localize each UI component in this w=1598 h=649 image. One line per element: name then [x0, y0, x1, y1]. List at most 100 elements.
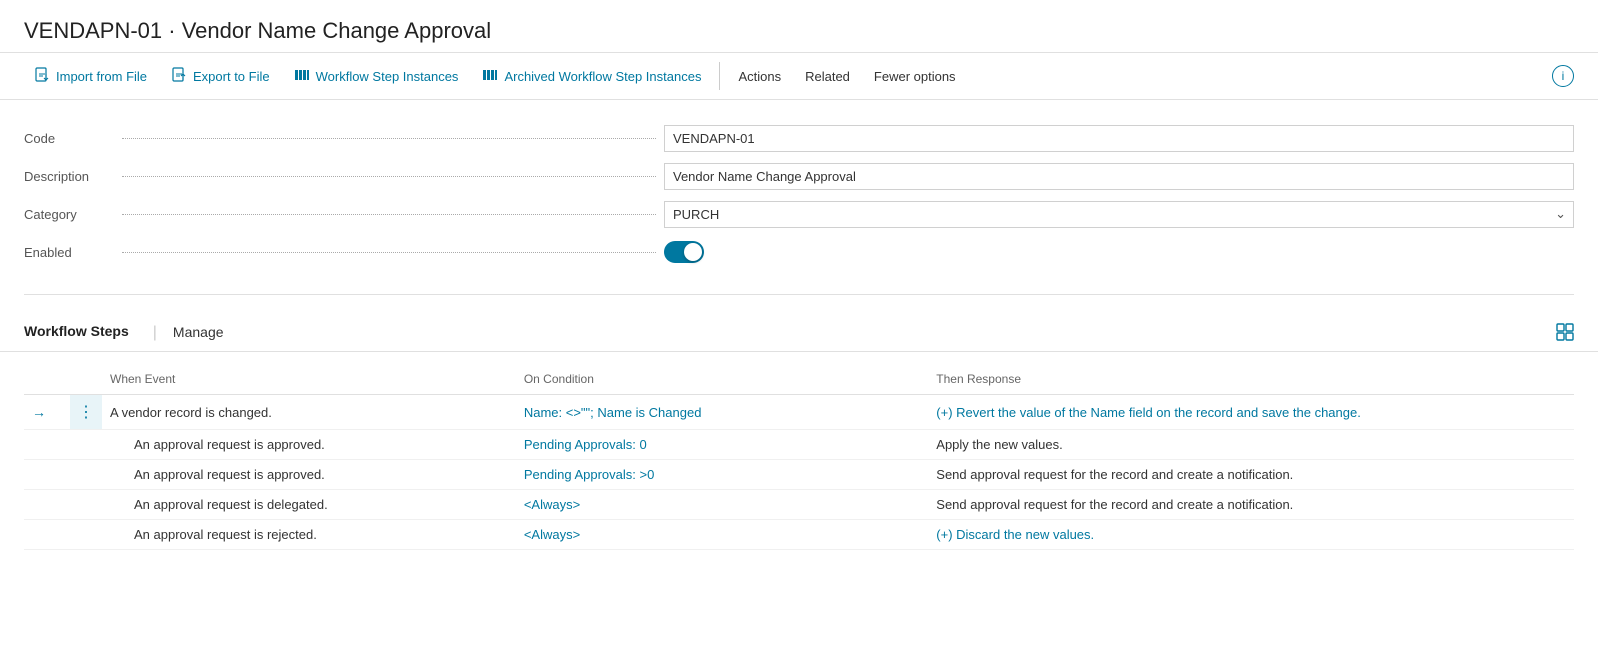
tab-separator: |	[145, 324, 165, 342]
export-label: Export to File	[193, 69, 270, 84]
table-row: An approval request is approved. Pending …	[24, 460, 1574, 490]
enabled-toggle-wrapper	[664, 241, 1574, 263]
archived-icon	[482, 67, 498, 86]
table-row: → ⋮ A vendor record is changed. Name: <>"";…	[24, 395, 1574, 430]
enabled-toggle[interactable]	[664, 241, 704, 263]
archived-label: Archived Workflow Step Instances	[504, 69, 701, 84]
row-indent-cell	[54, 460, 70, 490]
workflow-steps-tab[interactable]: Workflow Steps	[24, 315, 145, 351]
row-condition-cell[interactable]: Pending Approvals: 0	[516, 430, 928, 460]
row-condition-cell[interactable]: Name: <>""; Name is Changed	[516, 395, 928, 430]
enabled-field	[664, 241, 1574, 263]
workflow-step-instances-label: Workflow Step Instances	[316, 69, 459, 84]
row-indent-cell	[54, 395, 70, 430]
condition-link[interactable]: <Always>	[524, 527, 580, 542]
table-row: An approval request is delegated. <Always…	[24, 490, 1574, 520]
row-response-cell[interactable]: (+) Discard the new values.	[928, 520, 1574, 550]
code-field	[664, 125, 1574, 152]
row-arrow-cell	[24, 460, 54, 490]
description-input[interactable]	[664, 163, 1574, 190]
workflow-steps-icon	[294, 67, 310, 86]
table-row: An approval request is rejected. <Always>…	[24, 520, 1574, 550]
col-condition-header: On Condition	[516, 368, 928, 395]
row-condition-cell[interactable]: Pending Approvals: >0	[516, 460, 928, 490]
dotted-line-3	[122, 214, 656, 215]
related-label: Related	[805, 69, 850, 84]
row-arrow-cell	[24, 490, 54, 520]
row-event-cell: An approval request is rejected.	[102, 520, 516, 550]
enabled-row: Enabled	[24, 234, 1574, 270]
row-indent-cell	[54, 520, 70, 550]
actions-button[interactable]: Actions	[728, 61, 791, 92]
drag-handle-icon[interactable]: ⋮	[78, 404, 94, 421]
info-button[interactable]: i	[1552, 65, 1574, 87]
toggle-knob	[684, 243, 702, 261]
row-condition-cell[interactable]: <Always>	[516, 520, 928, 550]
dotted-line-4	[122, 252, 656, 253]
manage-tab[interactable]: Manage	[165, 316, 240, 350]
description-field	[664, 163, 1574, 190]
row-event-cell: A vendor record is changed.	[102, 395, 516, 430]
page-header: VENDAPN-01 · Vendor Name Change Approval	[0, 0, 1598, 52]
description-row: Description	[24, 158, 1574, 194]
condition-link[interactable]: <Always>	[524, 497, 580, 512]
row-condition-cell[interactable]: <Always>	[516, 490, 928, 520]
row-drag-handle-cell[interactable]: ⋮	[70, 395, 102, 430]
row-event-cell: An approval request is delegated.	[102, 490, 516, 520]
description-label-container: Description	[24, 169, 664, 184]
row-response-cell: Send approval request for the record and…	[928, 460, 1574, 490]
row-indent-cell	[54, 430, 70, 460]
form-section: Code Description Category PURCH ⌄	[0, 100, 1598, 282]
condition-link[interactable]: Pending Approvals: >0	[524, 467, 654, 482]
import-from-file-button[interactable]: Import from File	[24, 59, 157, 94]
row-arrow-cell	[24, 520, 54, 550]
col-indent-header	[54, 368, 70, 395]
enabled-label-container: Enabled	[24, 245, 664, 260]
row-drag-handle-cell[interactable]	[70, 520, 102, 550]
code-row: Code	[24, 120, 1574, 156]
col-event-header: When Event	[102, 368, 516, 395]
category-select-wrapper: PURCH ⌄	[664, 201, 1574, 228]
response-link[interactable]: (+) Revert the value of the Name field o…	[936, 405, 1361, 420]
condition-link[interactable]: Pending Approvals: 0	[524, 437, 647, 452]
actions-label: Actions	[738, 69, 781, 84]
row-drag-handle-cell[interactable]	[70, 430, 102, 460]
code-input[interactable]	[664, 125, 1574, 152]
workflow-table: When Event On Condition Then Response → ⋮…	[24, 368, 1574, 550]
row-indent-cell	[54, 490, 70, 520]
category-field: PURCH ⌄	[664, 201, 1574, 228]
row-arrow-icon: →	[32, 404, 46, 420]
section-divider	[24, 294, 1574, 295]
export-to-file-button[interactable]: Export to File	[161, 59, 280, 94]
row-response-cell: Apply the new values.	[928, 430, 1574, 460]
table-header-row: When Event On Condition Then Response	[24, 368, 1574, 395]
col-drag-header	[70, 368, 102, 395]
row-arrow-cell	[24, 430, 54, 460]
row-response-cell[interactable]: (+) Revert the value of the Name field o…	[928, 395, 1574, 430]
row-drag-handle-cell[interactable]	[70, 490, 102, 520]
row-drag-handle-cell[interactable]	[70, 460, 102, 490]
page-title: VENDAPN-01 · Vendor Name Change Approval	[24, 18, 1574, 44]
workflow-steps-header: Workflow Steps | Manage	[0, 307, 1598, 352]
category-label: Category	[24, 207, 114, 222]
archived-workflow-step-instances-button[interactable]: Archived Workflow Step Instances	[472, 59, 711, 94]
table-section: When Event On Condition Then Response → ⋮…	[0, 352, 1598, 550]
toolbar: Import from File Export to File Workflow…	[0, 52, 1598, 100]
toolbar-separator	[719, 62, 720, 90]
response-link[interactable]: (+) Discard the new values.	[936, 527, 1094, 542]
col-arrow-header	[24, 368, 54, 395]
dotted-line-2	[122, 176, 656, 177]
row-event-cell: An approval request is approved.	[102, 430, 516, 460]
workflow-step-instances-button[interactable]: Workflow Step Instances	[284, 59, 469, 94]
import-icon	[34, 67, 50, 86]
related-button[interactable]: Related	[795, 61, 860, 92]
description-label: Description	[24, 169, 114, 184]
category-select[interactable]: PURCH	[664, 201, 1574, 228]
row-event-cell: An approval request is approved.	[102, 460, 516, 490]
condition-link[interactable]: Name: <>""; Name is Changed	[524, 405, 702, 420]
col-response-header: Then Response	[928, 368, 1574, 395]
expand-icon[interactable]	[1556, 323, 1574, 344]
fewer-options-button[interactable]: Fewer options	[864, 61, 966, 92]
category-label-container: Category	[24, 207, 664, 222]
fewer-options-label: Fewer options	[874, 69, 956, 84]
